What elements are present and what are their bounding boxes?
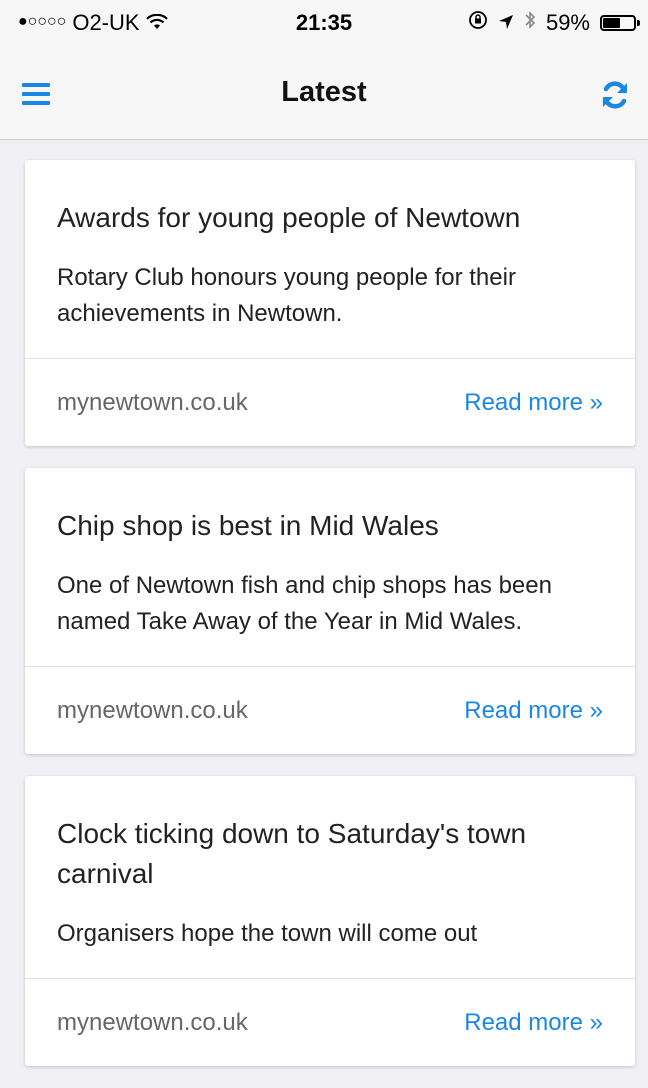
refresh-icon [603,81,627,109]
battery-tip [637,20,640,26]
article-card[interactable]: Clock ticking down to Saturday's town ca… [25,776,635,1066]
card-body: Awards for young people of Newtown Rotar… [25,160,635,358]
read-more-link[interactable]: Read more » [464,697,603,725]
article-title: Awards for young people of Newtown [57,202,521,233]
battery-icon [600,15,640,31]
battery-fill [603,18,620,28]
navigation-bar: Latest [0,40,648,140]
refresh-button[interactable] [600,80,630,110]
read-more-link[interactable]: Read more » [464,1009,603,1037]
article-card[interactable]: Chip shop is best in Mid Wales One of Ne… [25,468,635,754]
card-body: Clock ticking down to Saturday's town ca… [25,776,635,978]
card-footer: mynewtown.co.uk Read more » [25,978,635,1066]
article-summary: Rotary Club honours young people for the… [57,264,516,327]
orientation-lock-icon [468,10,488,36]
page-title: Latest [281,76,367,108]
article-summary: One of Newtown fish and chip shops has b… [57,572,552,635]
bluetooth-icon [524,10,536,36]
article-source: mynewtown.co.uk [57,696,248,724]
card-body: Chip shop is best in Mid Wales One of Ne… [25,468,635,666]
article-source: mynewtown.co.uk [57,388,248,416]
location-arrow-icon [498,10,514,36]
card-footer: mynewtown.co.uk Read more » [25,358,635,446]
card-footer: mynewtown.co.uk Read more » [25,666,635,754]
article-title: Clock ticking down to Saturday's town ca… [57,818,527,889]
article-card[interactable]: Awards for young people of Newtown Rotar… [25,160,635,446]
article-summary: Organisers hope the town will come out [57,920,478,947]
status-right: 59% [468,10,640,36]
article-title: Chip shop is best in Mid Wales [57,510,439,541]
status-bar: ●○○○○ O2-UK 21:35 59% [0,0,648,40]
article-list: Awards for young people of Newtown Rotar… [25,160,635,1088]
article-source: mynewtown.co.uk [57,1008,248,1036]
read-more-link[interactable]: Read more » [464,389,603,417]
battery-percentage: 59% [545,10,590,35]
